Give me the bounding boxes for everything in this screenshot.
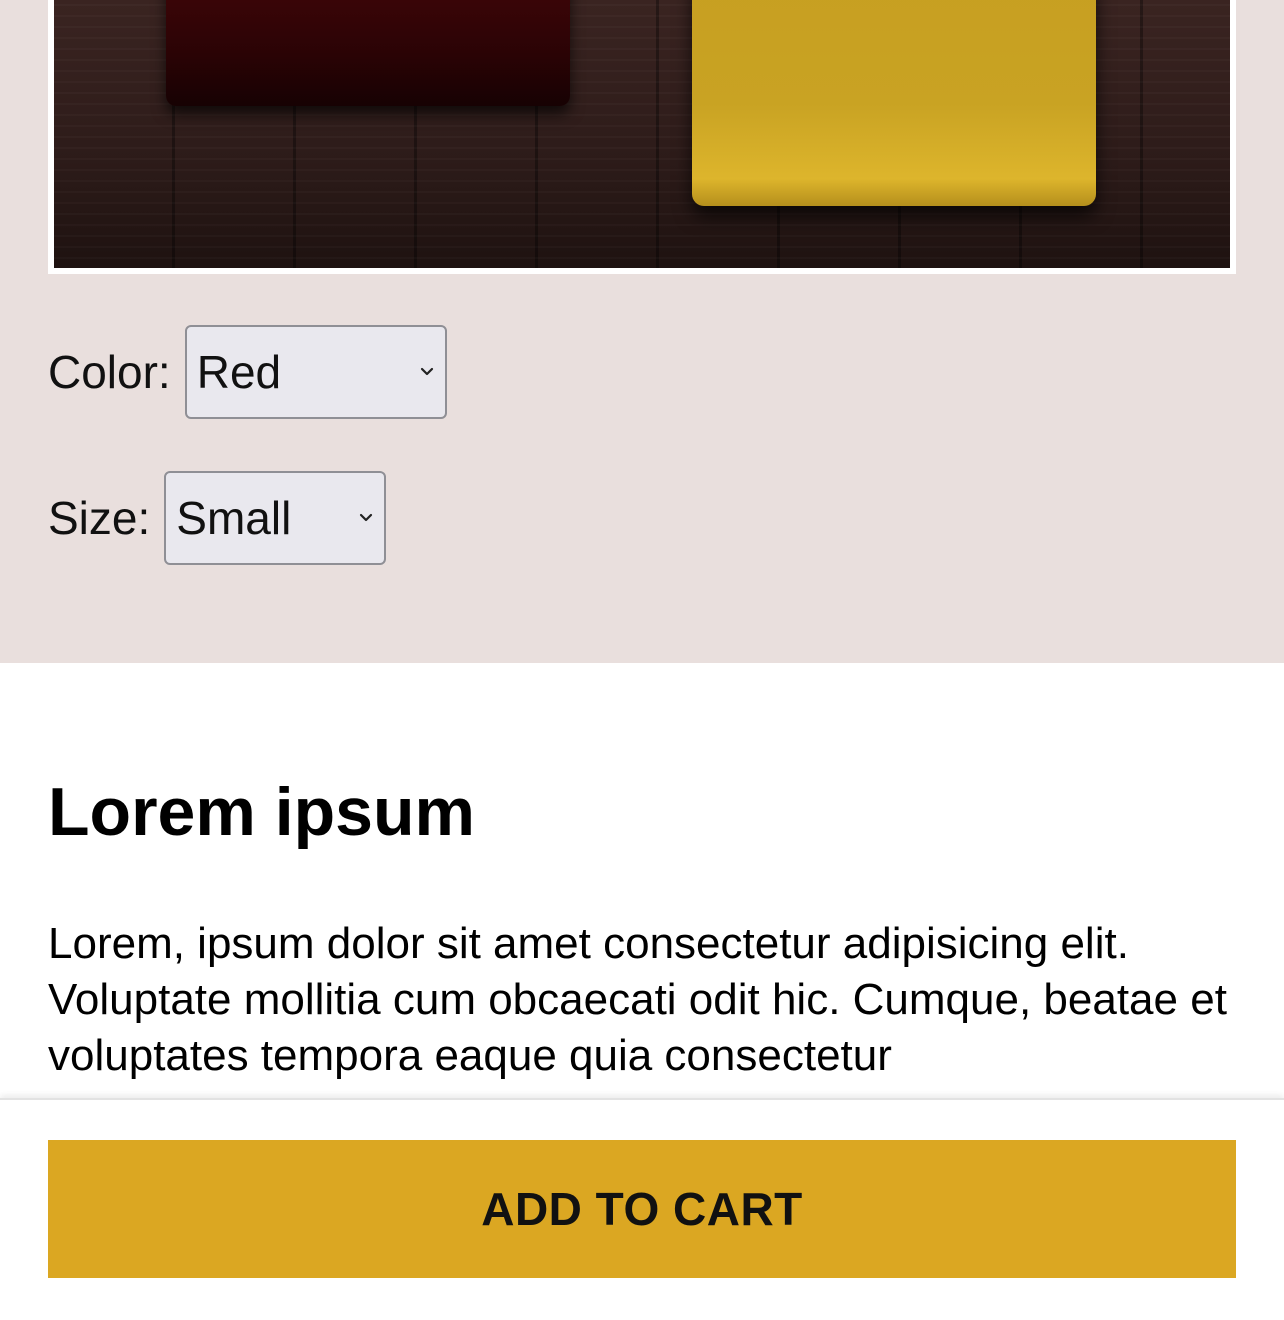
color-label: Color: [48,346,171,398]
product-description: Lorem, ipsum dolor sit amet consectetur … [48,919,1227,1080]
chevron-down-icon [358,512,374,524]
chevron-down-icon [419,366,435,378]
red-product-swatch [166,0,570,106]
size-select-value: Small [176,492,292,544]
add-to-cart-button[interactable]: ADD TO CART [48,1140,1236,1278]
color-select-value: Red [196,346,282,398]
product-image-frame [48,0,1236,274]
product-options-panel: Color: Red Size: Small [0,0,1284,663]
size-select[interactable]: Small [164,471,387,565]
product-title: Lorem ipsum [48,774,475,850]
sticky-cart-bar: ADD TO CART [0,1098,1284,1320]
size-option-row: Size: Small [48,469,387,567]
yellow-product-swatch [692,0,1096,206]
product-image [54,0,1230,268]
color-select[interactable]: Red [184,325,447,419]
color-option-row: Color: Red [48,323,447,421]
size-label: Size: [48,492,151,544]
